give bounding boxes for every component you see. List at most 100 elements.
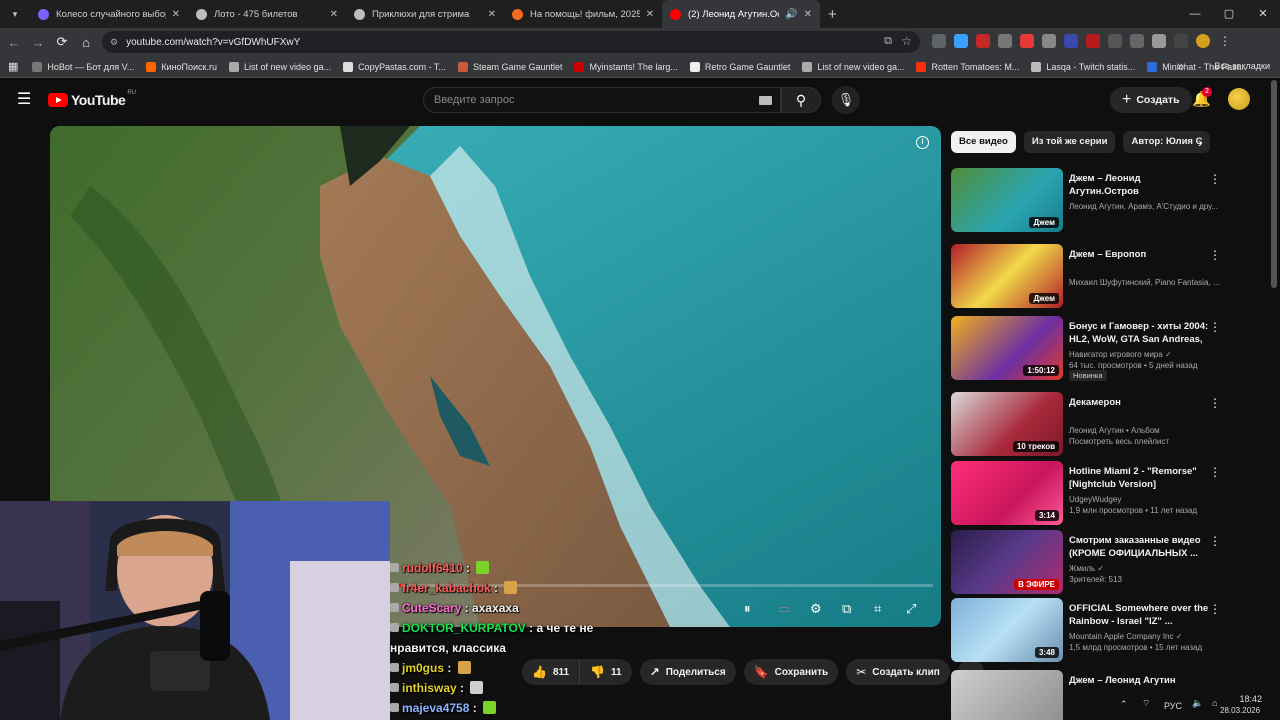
- recommendation-item[interactable]: 3:14 Hotline Miami 2 - "Remorse" [Nightcl…: [951, 461, 1221, 525]
- speaker-icon[interactable]: 🔈: [1192, 698, 1203, 709]
- extension-icon[interactable]: [1108, 34, 1122, 48]
- channel-name[interactable]: UdgeyWudgey: [1069, 494, 1219, 505]
- bookmark-item[interactable]: CopyPastas.com - T...: [343, 61, 446, 72]
- browser-menu-icon[interactable]: ⋮: [1218, 34, 1232, 48]
- reload-button[interactable]: ⟳: [50, 34, 74, 50]
- tab-close-icon[interactable]: ✕: [488, 9, 496, 20]
- close-window-button[interactable]: ✕: [1246, 0, 1280, 28]
- more-options-icon[interactable]: ⋮: [1209, 320, 1221, 334]
- more-options-icon[interactable]: ⋮: [1209, 396, 1221, 410]
- bookmark-item[interactable]: Retro Game Gauntlet: [689, 61, 790, 72]
- clip-button[interactable]: ✂ Создать клип: [846, 659, 950, 685]
- video-title[interactable]: Декамерон: [1069, 396, 1209, 409]
- channel-name[interactable]: Леонид Агутин, Арамэ, А'Студио и дру...: [1069, 201, 1219, 212]
- bookmark-item[interactable]: КиноПоиск.ru: [146, 61, 217, 72]
- video-thumbnail[interactable]: Джем: [951, 168, 1063, 232]
- channel-name[interactable]: Mountain Apple Company Inc ✓: [1069, 631, 1219, 642]
- bookmark-item[interactable]: HoBot — Бот для V...: [32, 61, 134, 72]
- tab-close-icon[interactable]: ✕: [330, 9, 338, 20]
- bookmark-item[interactable]: List of new video ga...: [229, 61, 331, 72]
- recommendation-item[interactable]: 10 треков Декамерон Леонид Агутин • Альбом…: [951, 392, 1221, 456]
- video-thumbnail[interactable]: 3:14: [951, 461, 1063, 525]
- chevron-up-icon[interactable]: ⌃: [1120, 699, 1128, 710]
- bookmark-item[interactable]: Rotten Tomatoes: M...: [916, 61, 1019, 72]
- tab-close-icon[interactable]: ✕: [646, 9, 654, 20]
- tab-close-icon[interactable]: ✕: [172, 9, 180, 20]
- language-indicator[interactable]: РУС: [1164, 701, 1182, 711]
- network-icon[interactable]: ⌂: [1212, 698, 1217, 708]
- extension-icon[interactable]: [1130, 34, 1144, 48]
- video-thumbnail[interactable]: [951, 670, 1063, 720]
- browser-tab[interactable]: На помощь! фильм, 2025, дата ✕: [504, 0, 662, 28]
- more-options-icon[interactable]: ⋮: [1209, 602, 1221, 616]
- extension-icon[interactable]: [1042, 34, 1056, 48]
- video-title[interactable]: Смотрим заказанные видео (КРОМЕ ОФИЦИАЛЬ…: [1069, 534, 1209, 560]
- channel-name[interactable]: Жмиль ✓: [1069, 563, 1219, 574]
- back-button[interactable]: ←: [2, 35, 26, 50]
- channel-name[interactable]: Навигатор игрового мира ✓: [1069, 349, 1219, 360]
- filter-chip[interactable]: Из той же серии: [1023, 131, 1116, 153]
- install-app-icon[interactable]: ⧉: [884, 35, 892, 48]
- settings-gear-icon[interactable]: ⚙: [810, 601, 822, 617]
- search-button[interactable]: ⚲: [781, 87, 821, 113]
- wifi-icon[interactable]: ⌔: [1142, 698, 1150, 709]
- extension-icon[interactable]: [932, 34, 946, 48]
- voice-search-button[interactable]: 🎙: [832, 86, 860, 114]
- site-info-icon[interactable]: ⚙: [110, 37, 118, 48]
- bookmark-item[interactable]: List of new video ga...: [802, 61, 904, 72]
- save-button[interactable]: 🔖 Сохранить: [743, 659, 839, 685]
- pause-icon[interactable]: ⏸: [744, 601, 751, 617]
- recommendation-item[interactable]: 3:48 OFFICIAL Somewhere over the Rainbow …: [951, 598, 1221, 662]
- video-thumbnail[interactable]: 10 треков: [951, 392, 1063, 456]
- extension-icon[interactable]: [1086, 34, 1100, 48]
- browser-tab[interactable]: Приклюхи для стрима ✕: [346, 0, 504, 28]
- page-scrollbar[interactable]: [1271, 80, 1277, 288]
- channel-name[interactable]: Леонид Агутин • Альбом: [1069, 425, 1219, 436]
- menu-icon[interactable]: ☰: [17, 92, 31, 108]
- clock-time[interactable]: 18:42: [1222, 694, 1262, 704]
- maximize-button[interactable]: ▢: [1212, 0, 1246, 28]
- video-thumbnail[interactable]: 1:50:12: [951, 316, 1063, 380]
- account-avatar[interactable]: [1228, 88, 1250, 110]
- subtitles-icon[interactable]: ▭: [778, 601, 790, 617]
- filter-chip[interactable]: Все видео: [951, 131, 1016, 153]
- recommendation-item[interactable]: В ЭФИРЕ Смотрим заказанные видео (КРОМЕ О…: [951, 530, 1221, 594]
- video-title[interactable]: Бонус и Гамовер - хиты 2004: HL2, WoW, G…: [1069, 320, 1209, 346]
- bookmark-item[interactable]: Lasqa - Twitch statis...: [1031, 61, 1135, 72]
- reading-list-icon[interactable]: [1174, 34, 1188, 48]
- create-button[interactable]: + Создать: [1110, 87, 1192, 113]
- video-thumbnail[interactable]: В ЭФИРЕ: [951, 530, 1063, 594]
- browser-tab[interactable]: Колесо случайного выбора – Вы ✕: [30, 0, 188, 28]
- home-button[interactable]: ⌂: [74, 35, 98, 50]
- channel-name[interactable]: Михаил Шуфутинский, Piano Fantasia, ...: [1069, 277, 1219, 288]
- recommendation-item[interactable]: 1:50:12 Бонус и Гамовер - хиты 2004: HL2,…: [951, 316, 1221, 381]
- browser-tab[interactable]: Лото - 475 билетов ✕: [188, 0, 346, 28]
- tab-audio-icon[interactable]: 🔊: [785, 9, 797, 20]
- extension-icon[interactable]: [954, 34, 968, 48]
- address-bar[interactable]: ⚙ youtube.com/watch?v=vGfDWhUFXwY ⧉ ☆: [102, 31, 920, 53]
- browser-tab[interactable]: (2) Леонид Агутин.Остров 🔊 ✕: [662, 0, 820, 28]
- extension-icon[interactable]: [998, 34, 1012, 48]
- miniplayer-icon[interactable]: ⧉: [842, 601, 851, 617]
- apps-grid-icon[interactable]: ▦: [8, 60, 18, 73]
- clock-date[interactable]: 28.03.2026: [1220, 706, 1260, 715]
- video-title[interactable]: Джем – Леонид Агутин: [1069, 674, 1209, 687]
- bookmark-item[interactable]: Myinstants! The larg...: [574, 61, 678, 72]
- forward-button[interactable]: →: [26, 35, 50, 50]
- tab-close-icon[interactable]: ✕: [804, 9, 812, 20]
- extension-icon[interactable]: [976, 34, 990, 48]
- more-options-icon[interactable]: ⋮: [1209, 172, 1221, 186]
- chevron-right-icon[interactable]: ›: [1198, 134, 1203, 150]
- recommendation-item[interactable]: Джем Джем – Леонид Агутин.Остров Леонид Аг…: [951, 168, 1221, 232]
- bookmarks-overflow-icon[interactable]: »: [1177, 59, 1184, 73]
- video-title[interactable]: OFFICIAL Somewhere over the Rainbow - Is…: [1069, 602, 1209, 628]
- extension-icon[interactable]: [1064, 34, 1078, 48]
- bookmark-star-icon[interactable]: ☆: [901, 34, 912, 48]
- recommendation-item[interactable]: Джем Джем – Европоп Михаил Шуфутинский, Pi…: [951, 244, 1221, 308]
- notifications-button[interactable]: 🔔 2: [1192, 87, 1212, 108]
- video-title[interactable]: Джем – Европоп: [1069, 248, 1209, 261]
- more-options-icon[interactable]: ⋮: [1209, 248, 1221, 262]
- info-icon[interactable]: i: [916, 136, 929, 149]
- video-thumbnail[interactable]: 3:48: [951, 598, 1063, 662]
- keyboard-icon[interactable]: [759, 96, 772, 105]
